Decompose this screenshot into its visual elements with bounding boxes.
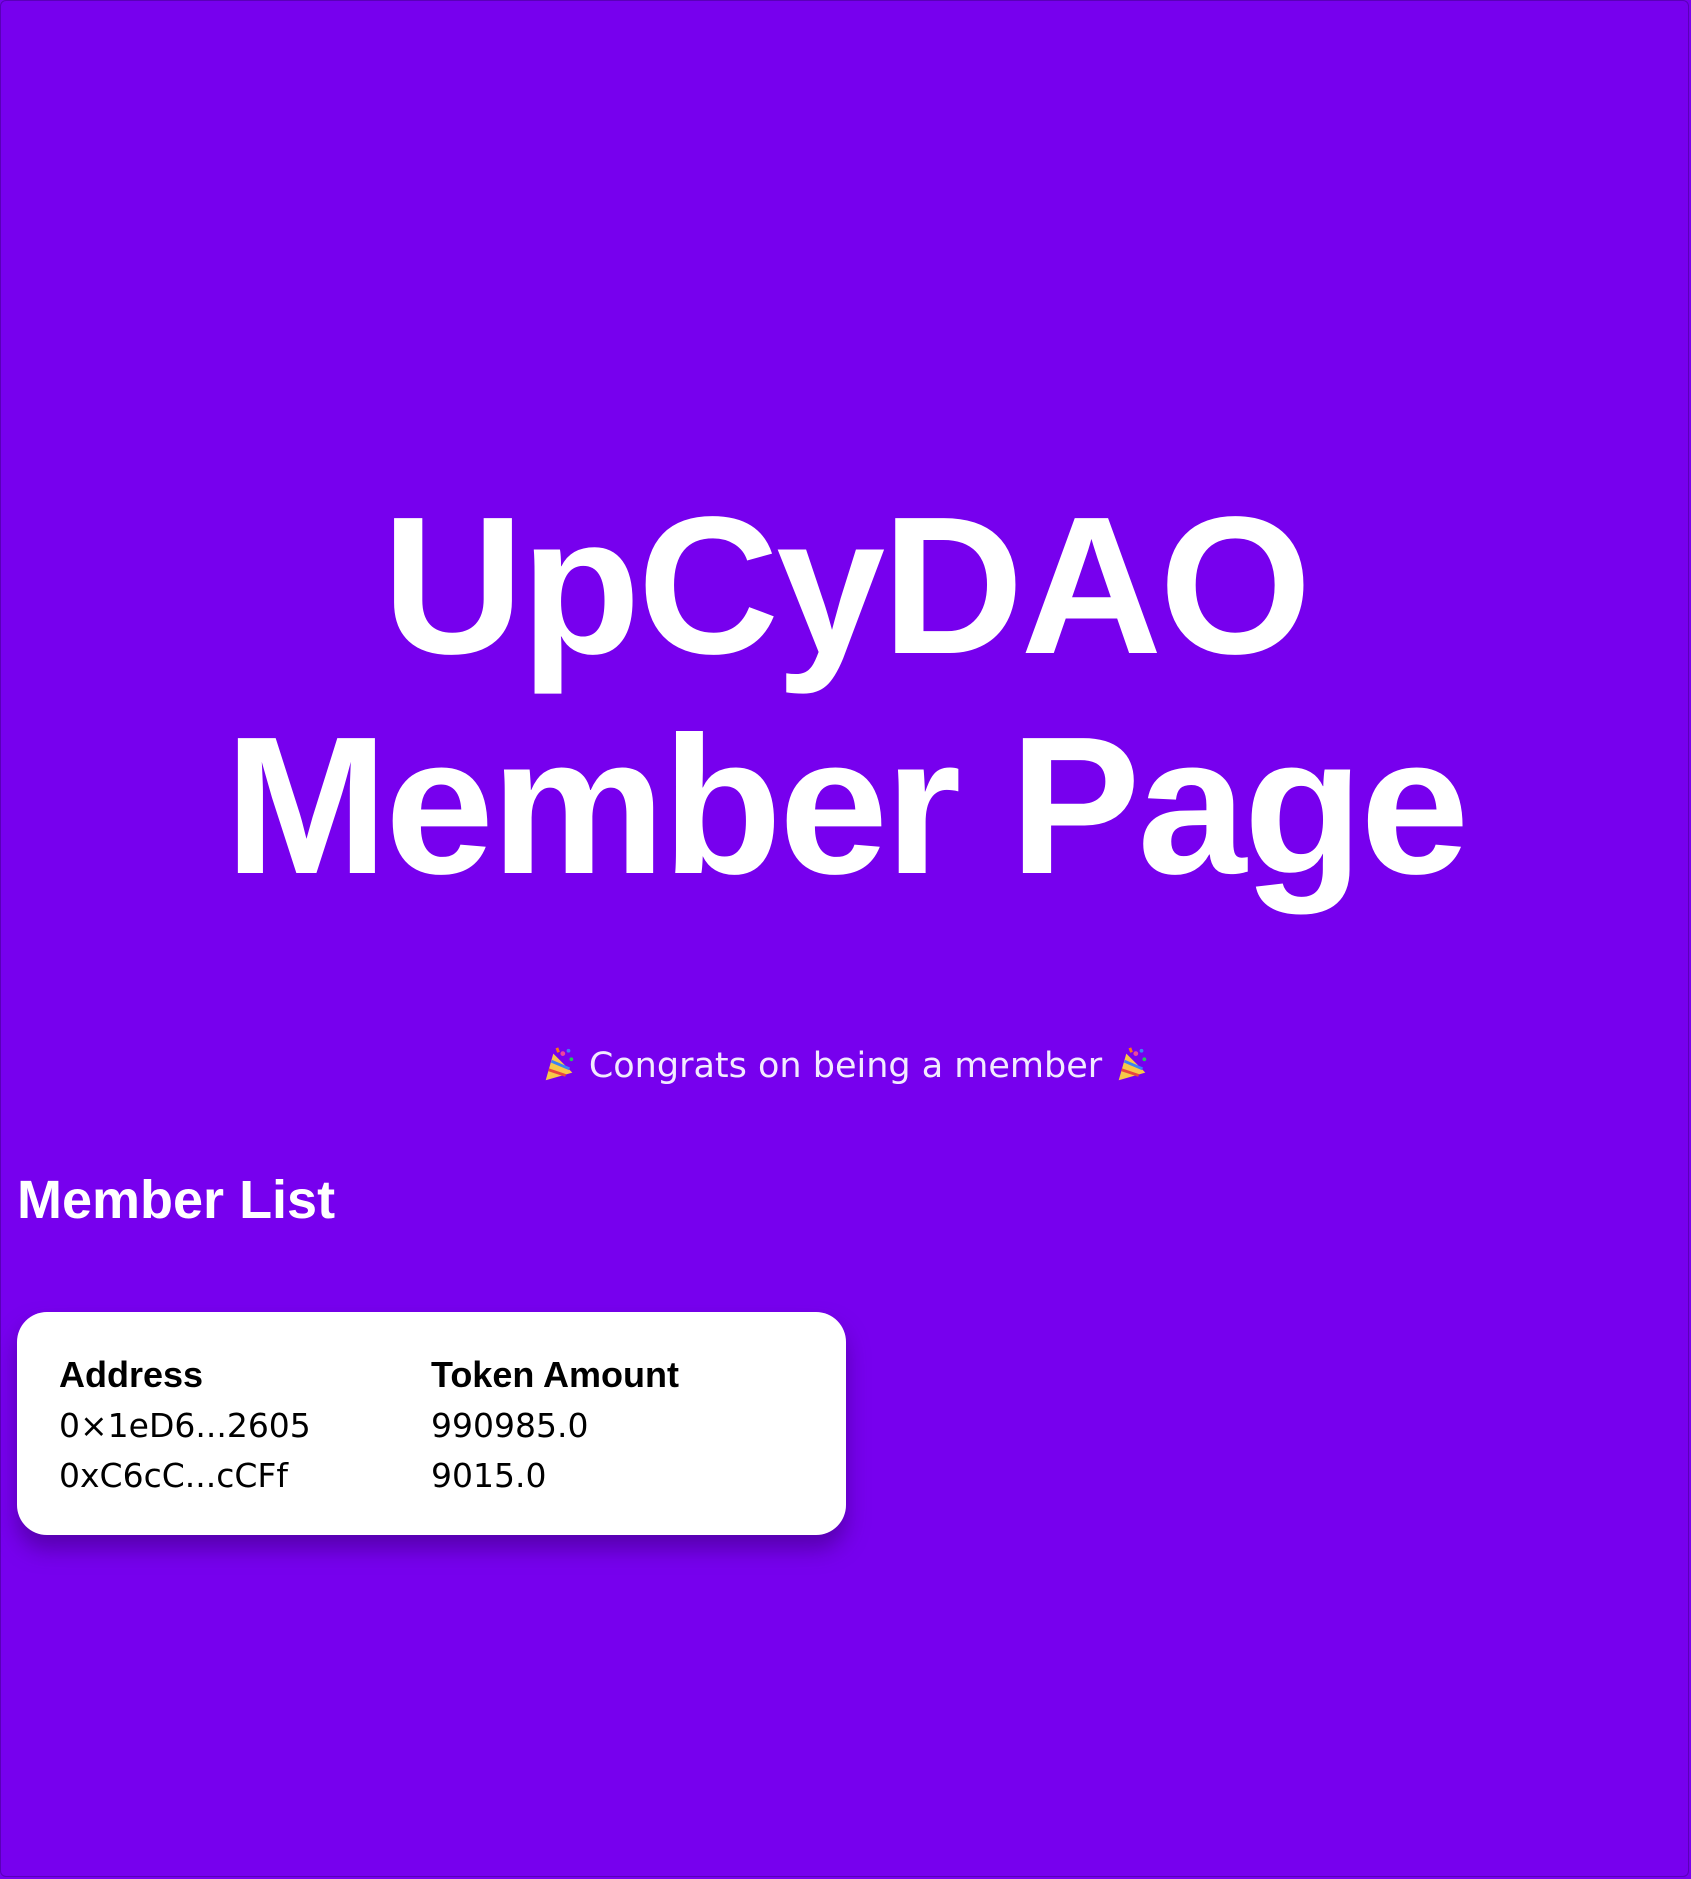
member-token-amount: 990985.0 bbox=[431, 1405, 589, 1445]
page-title: UpCyDAO Member Page bbox=[224, 476, 1469, 915]
member-address: 0xC6cC...cCFf bbox=[59, 1455, 289, 1495]
member-token-amount: 9015.0 bbox=[431, 1455, 547, 1495]
congrats-message: Congrats on being a member bbox=[0, 1042, 1691, 1090]
member-list-heading: Member List bbox=[17, 1170, 336, 1230]
member-address: 0×1eD6...2605 bbox=[59, 1405, 311, 1445]
table-row: 0xC6cC...cCFf 9015.0 bbox=[59, 1450, 771, 1500]
column-header-address: Address bbox=[59, 1354, 204, 1395]
member-list-card: Address Token Amount 0×1eD6...2605 99098… bbox=[17, 1312, 846, 1535]
party-popper-icon bbox=[1118, 1047, 1147, 1081]
table-row: 0×1eD6...2605 990985.0 bbox=[59, 1400, 771, 1450]
column-header-token-amount: Token Amount bbox=[431, 1354, 679, 1395]
table-header-row: Address Token Amount bbox=[59, 1350, 771, 1400]
party-popper-icon bbox=[545, 1047, 573, 1081]
member-table: Address Token Amount 0×1eD6...2605 99098… bbox=[59, 1350, 771, 1500]
page-frame bbox=[0, 0, 1689, 1877]
congrats-text: Congrats on being a member bbox=[588, 1046, 1103, 1086]
